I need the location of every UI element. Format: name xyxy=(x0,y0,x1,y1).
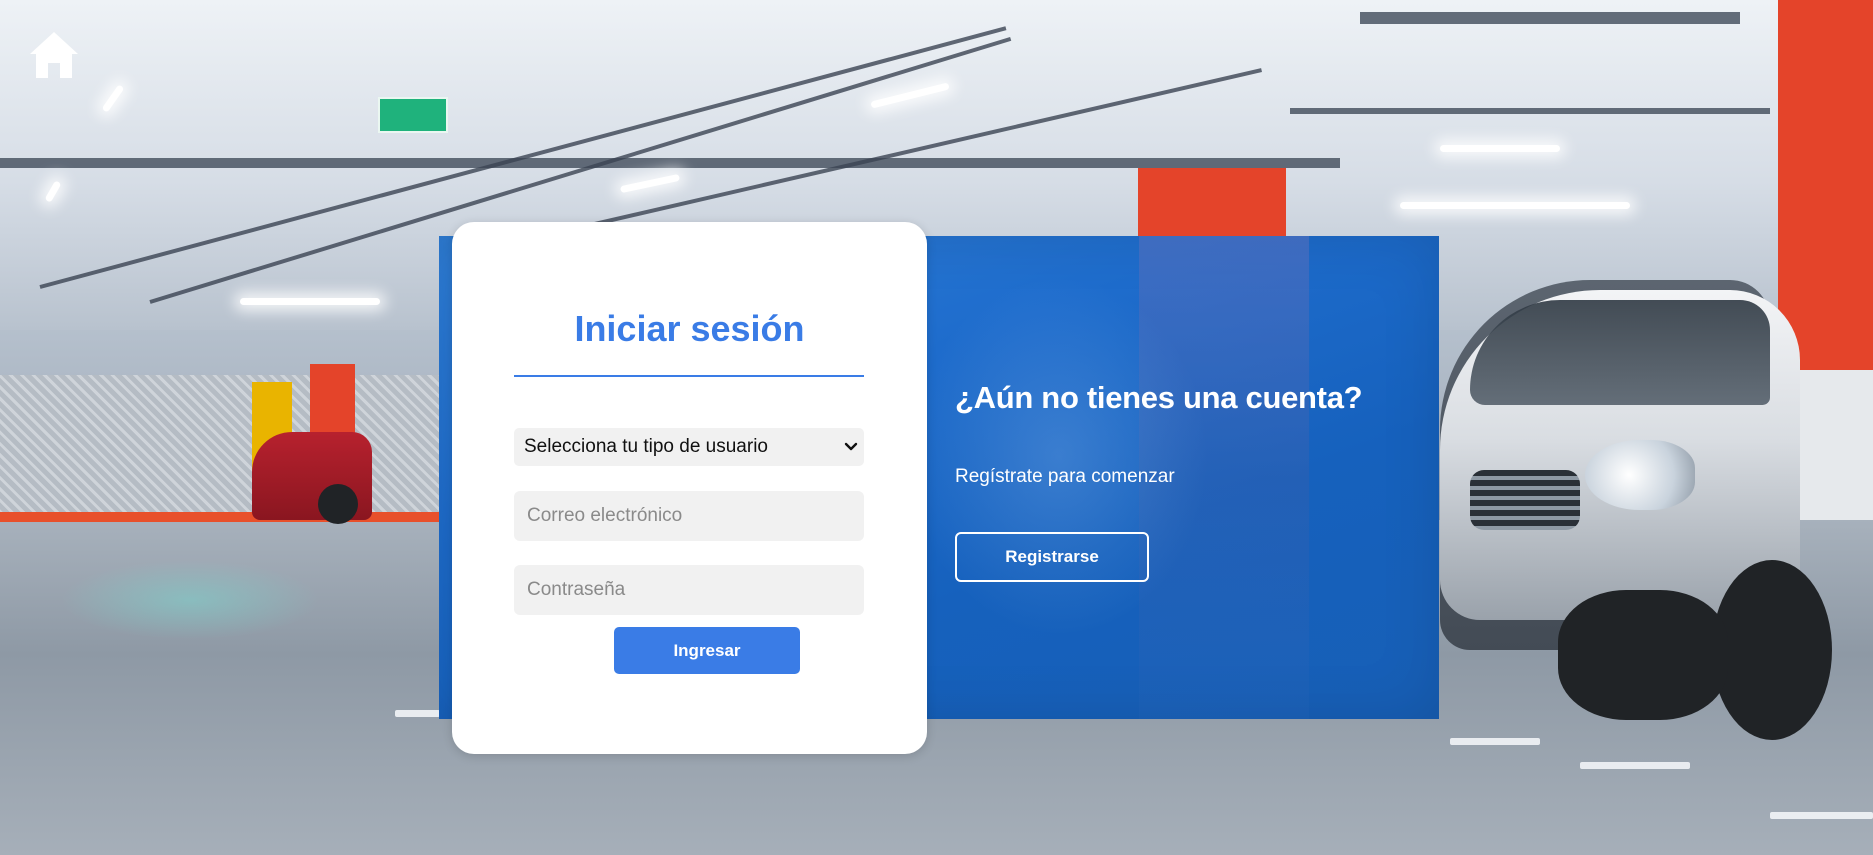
background-car-headlight xyxy=(1585,440,1695,510)
background-lamp xyxy=(240,298,380,305)
login-card: Iniciar sesión Selecciona tu tipo de usu… xyxy=(452,222,927,754)
background-lamp xyxy=(1400,202,1630,209)
background-beam xyxy=(0,158,1340,168)
background-floor-line xyxy=(1580,762,1690,769)
background-beam xyxy=(1290,108,1770,114)
background-curb xyxy=(0,512,440,522)
exit-sign xyxy=(378,97,448,133)
signup-panel-blur xyxy=(909,276,1209,636)
user-type-select[interactable]: Selecciona tu tipo de usuario xyxy=(514,428,864,466)
background-tire xyxy=(1712,560,1832,740)
signup-subtext: Regístrate para comenzar xyxy=(955,466,1175,487)
login-page: ¿Aún no tienes una cuenta? Regístrate pa… xyxy=(0,0,1873,855)
email-field[interactable] xyxy=(514,491,864,541)
background-floor-glow xyxy=(60,560,320,640)
register-button[interactable]: Registrarse xyxy=(955,532,1149,582)
background-floor-line xyxy=(1770,812,1873,819)
login-submit-button[interactable]: Ingresar xyxy=(614,627,800,674)
background-pillar xyxy=(1138,168,1286,238)
background-car-window xyxy=(1470,300,1770,405)
title-divider xyxy=(514,375,864,377)
home-button[interactable] xyxy=(28,30,80,80)
background-floor-line xyxy=(1450,738,1540,745)
background-car-grille xyxy=(1470,470,1580,530)
background-pillar xyxy=(1778,0,1873,370)
background-floor-line xyxy=(395,710,440,717)
login-title: Iniciar sesión xyxy=(574,308,805,349)
background-tire xyxy=(318,484,358,524)
background-beam xyxy=(1360,12,1740,24)
user-type-selected-value: Selecciona tu tipo de usuario xyxy=(524,436,768,457)
password-field[interactable] xyxy=(514,565,864,615)
signup-heading: ¿Aún no tienes una cuenta? xyxy=(955,380,1363,415)
chevron-down-icon xyxy=(844,442,858,451)
home-icon xyxy=(30,32,78,78)
background-wall xyxy=(0,375,440,525)
background-lamp xyxy=(1440,145,1560,152)
background-tire xyxy=(1558,590,1728,720)
